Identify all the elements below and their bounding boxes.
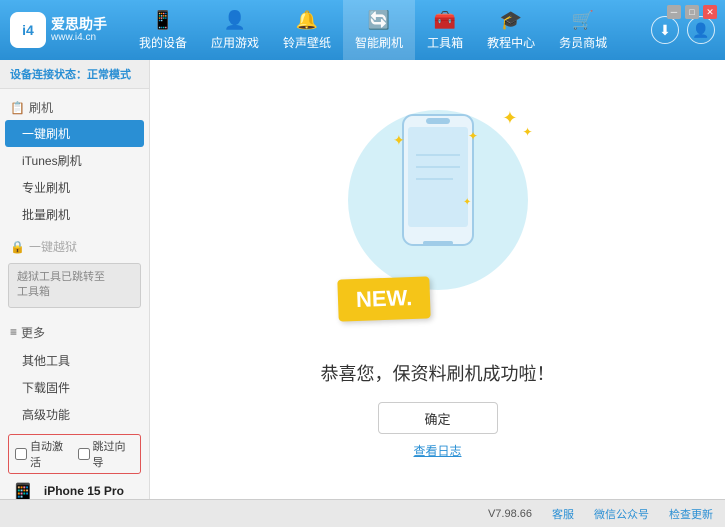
device-panel: 自动激活 跳过向导 📱 iPhone 15 Pro Max 512GB iPho… xyxy=(0,428,149,499)
sidebar-item-download-firmware[interactable]: 下载固件 xyxy=(0,374,149,401)
svg-text:✦: ✦ xyxy=(463,197,471,208)
logo-text: 爱思助手 www.i4.cn xyxy=(51,16,107,45)
phone-svg: ✦ ✦ ✦ xyxy=(388,105,488,305)
logo: i4 爱思助手 www.i4.cn xyxy=(10,12,107,48)
nav-tab-tools[interactable]: 🧰 工具箱 xyxy=(415,0,475,60)
header: i4 爱思助手 www.i4.cn 📱 我的设备 👤 应用游戏 🔔 铃声壁纸 🔄… xyxy=(0,0,725,60)
sparkle-1: ✦ xyxy=(502,108,517,129)
guide-activate-checkbox[interactable] xyxy=(78,448,90,460)
nav-tabs: 📱 我的设备 👤 应用游戏 🔔 铃声壁纸 🔄 智能刷机 🧰 工具箱 🎓 教程中心… xyxy=(127,0,651,60)
status-bar: 设备连接状态：正常模式 xyxy=(0,60,149,89)
main-layout: 设备连接状态：正常模式 📋 刷机 一键刷机 iTunes刷机 专业刷机 批量刷机… xyxy=(0,60,725,499)
device-name: iPhone 15 Pro Max xyxy=(44,482,141,499)
svg-text:✦: ✦ xyxy=(393,132,405,148)
nav-tab-ringtone[interactable]: 🔔 铃声壁纸 xyxy=(271,0,343,60)
nav-tab-tutorial[interactable]: 🎓 教程中心 xyxy=(475,0,547,60)
more-icon: ≡ xyxy=(10,325,17,339)
sparkle-2: ✦ xyxy=(522,125,532,139)
customer-service-link[interactable]: 客服 xyxy=(552,506,574,522)
account-button[interactable]: 👤 xyxy=(687,16,715,44)
wechat-link[interactable]: 微信公众号 xyxy=(594,506,649,522)
sidebar-item-itunes-flash[interactable]: iTunes刷机 xyxy=(0,147,149,174)
confirm-button[interactable]: 确定 xyxy=(378,402,498,434)
new-badge: NEW. xyxy=(337,276,431,321)
device-info: 📱 iPhone 15 Pro Max 512GB iPhone xyxy=(8,478,141,499)
nav-tab-merchant[interactable]: 🛒 务员商城 xyxy=(547,0,619,60)
tools-icon: 🧰 xyxy=(434,10,456,31)
activation-options: 自动激活 跳过向导 xyxy=(8,434,141,474)
version-label: V7.98.66 xyxy=(488,508,532,520)
sidebar-item-one-key-flash[interactable]: 一键刷机 xyxy=(5,120,144,147)
content-area: ✦ ✦ ✦ NEW. ✦ ✦ 恭喜您，保资料刷机成功啦！ 确定 查看日志 xyxy=(150,60,725,499)
tutorial-icon: 🎓 xyxy=(500,10,522,31)
smart-flash-icon: 🔄 xyxy=(368,10,390,31)
sidebar: 设备连接状态：正常模式 📋 刷机 一键刷机 iTunes刷机 专业刷机 批量刷机… xyxy=(0,60,150,499)
more-section-header: ≡ 更多 xyxy=(0,318,149,347)
nav-tab-app-games[interactable]: 👤 应用游戏 xyxy=(199,0,271,60)
lock-icon: 🔒 xyxy=(10,240,25,254)
sidebar-item-advanced[interactable]: 高级功能 xyxy=(0,401,149,428)
flash-section-header: 📋 刷机 xyxy=(0,95,149,120)
flash-section: 📋 刷机 一键刷机 iTunes刷机 专业刷机 批量刷机 xyxy=(0,95,149,228)
footer-right: V7.98.66 客服 微信公众号 检查更新 xyxy=(488,506,713,522)
sidebar-item-pro-flash[interactable]: 专业刷机 xyxy=(0,174,149,201)
check-update-link[interactable]: 检查更新 xyxy=(669,506,713,522)
flash-section-icon: 📋 xyxy=(10,101,25,115)
success-message: 恭喜您，保资料刷机成功啦！ xyxy=(321,360,555,386)
nav-tab-smart-flash[interactable]: 🔄 智能刷机 xyxy=(343,0,415,60)
download-button[interactable]: ⬇ xyxy=(651,16,679,44)
device-details: iPhone 15 Pro Max 512GB iPhone xyxy=(44,482,141,499)
svg-text:✦: ✦ xyxy=(468,129,478,143)
jailbreak-section-header: 🔒 一键越狱 xyxy=(0,234,149,259)
close-button[interactable]: ✕ xyxy=(703,5,717,19)
sidebar-item-batch-flash[interactable]: 批量刷机 xyxy=(0,201,149,228)
merchant-icon: 🛒 xyxy=(572,10,594,31)
device-phone-icon: 📱 xyxy=(8,482,38,499)
log-link[interactable]: 查看日志 xyxy=(413,442,461,459)
footer: V7.98.66 客服 微信公众号 检查更新 xyxy=(0,499,725,527)
guide-activate-option[interactable]: 跳过向导 xyxy=(78,438,135,470)
logo-icon: i4 xyxy=(10,12,46,48)
phone-illustration: ✦ ✦ ✦ NEW. ✦ ✦ xyxy=(328,100,548,340)
sidebar-item-other-tools[interactable]: 其他工具 xyxy=(0,347,149,374)
nav-tab-my-device[interactable]: 📱 我的设备 xyxy=(127,0,199,60)
header-right: ⬇ 👤 xyxy=(651,16,715,44)
minimize-button[interactable]: ─ xyxy=(667,5,681,19)
my-device-icon: 📱 xyxy=(152,10,174,31)
auto-activate-checkbox[interactable] xyxy=(15,448,27,460)
app-games-icon: 👤 xyxy=(224,10,246,31)
disabled-notice: 越狱工具已跳转至 工具箱 xyxy=(8,263,141,308)
restore-button[interactable]: □ xyxy=(685,5,699,19)
ringtone-icon: 🔔 xyxy=(296,10,318,31)
jailbreak-section: 🔒 一键越狱 越狱工具已跳转至 工具箱 xyxy=(0,234,149,312)
auto-activate-option[interactable]: 自动激活 xyxy=(15,438,72,470)
